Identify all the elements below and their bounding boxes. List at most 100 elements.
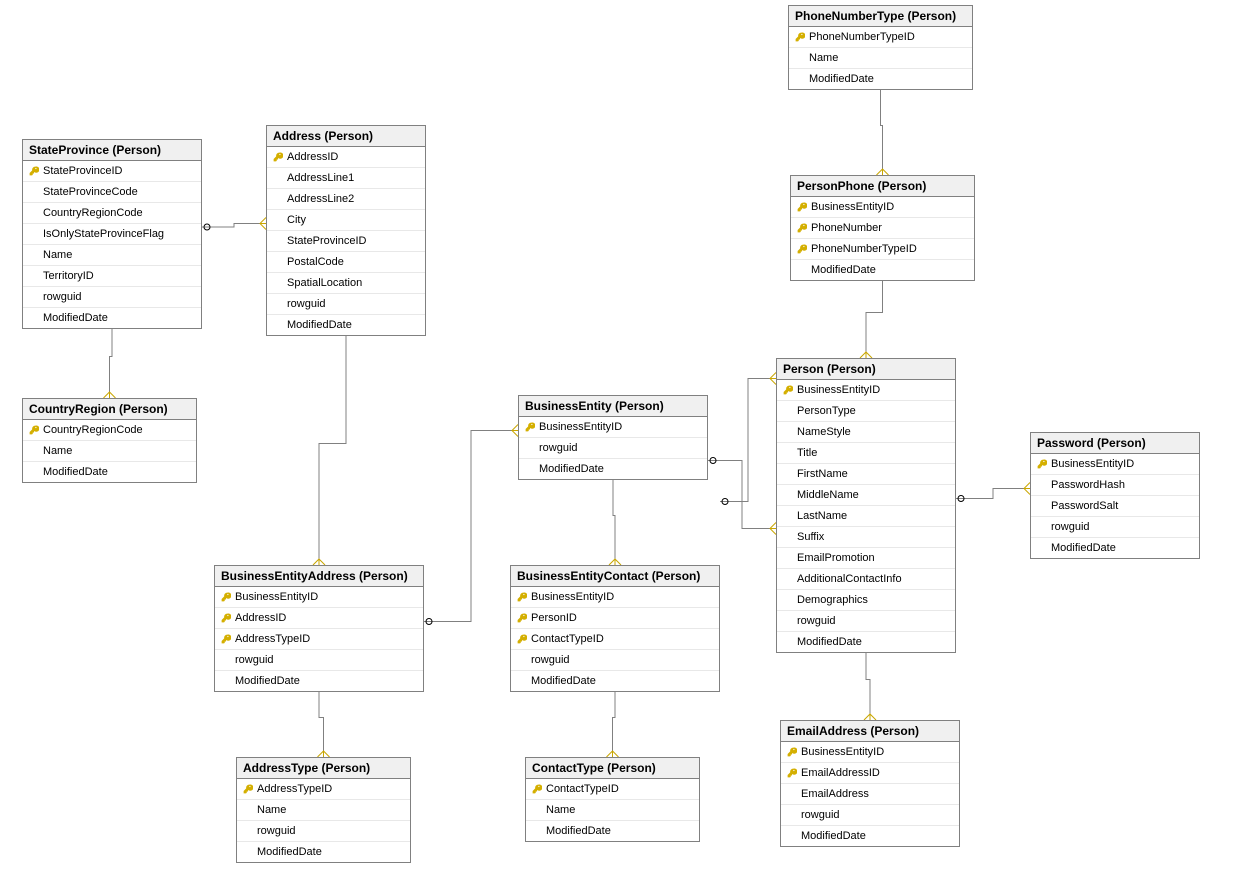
column-row[interactable]: ModifiedDate [519, 459, 707, 479]
column-row[interactable]: AddressLine2 [267, 189, 425, 210]
column-row[interactable]: rowguid [1031, 517, 1199, 538]
column-row[interactable]: PasswordHash [1031, 475, 1199, 496]
entity-phoneNumberType[interactable]: PhoneNumberType (Person)PhoneNumberTypeI… [788, 5, 973, 90]
column-row[interactable]: PersonType [777, 401, 955, 422]
column-row[interactable]: PostalCode [267, 252, 425, 273]
primary-key-icon [219, 592, 233, 602]
column-row[interactable]: BusinessEntityID [781, 742, 959, 763]
column-row[interactable]: Name [237, 800, 410, 821]
column-row[interactable]: rowguid [781, 805, 959, 826]
column-row[interactable]: AdditionalContactInfo [777, 569, 955, 590]
column-name: PostalCode [287, 256, 344, 268]
column-row[interactable]: CountryRegionCode [23, 420, 196, 441]
column-row[interactable]: ModifiedDate [1031, 538, 1199, 558]
column-row[interactable]: Name [23, 441, 196, 462]
column-row[interactable]: CountryRegionCode [23, 203, 201, 224]
entity-businessEntity[interactable]: BusinessEntity (Person)BusinessEntityIDr… [518, 395, 708, 480]
column-row[interactable]: StateProvinceCode [23, 182, 201, 203]
column-row[interactable]: ModifiedDate [237, 842, 410, 862]
entity-countryRegion[interactable]: CountryRegion (Person)CountryRegionCodeN… [22, 398, 197, 483]
entity-address[interactable]: Address (Person)AddressIDAddressLine1Add… [266, 125, 426, 336]
column-row[interactable]: EmailPromotion [777, 548, 955, 569]
column-row[interactable]: PasswordSalt [1031, 496, 1199, 517]
column-name: EmailPromotion [797, 552, 875, 564]
column-name: Name [43, 445, 72, 457]
column-row[interactable]: Demographics [777, 590, 955, 611]
column-row[interactable]: Name [23, 245, 201, 266]
column-name: PasswordSalt [1051, 500, 1118, 512]
column-name: AddressTypeID [235, 633, 310, 645]
column-row[interactable]: rowguid [511, 650, 719, 671]
column-row[interactable]: PersonID [511, 608, 719, 629]
column-name: AddressTypeID [257, 783, 332, 795]
column-name: BusinessEntityID [1051, 458, 1134, 470]
primary-key-icon [795, 244, 809, 254]
column-row[interactable]: MiddleName [777, 485, 955, 506]
column-row[interactable]: AddressLine1 [267, 168, 425, 189]
column-row[interactable]: PhoneNumber [791, 218, 974, 239]
column-row[interactable]: Title [777, 443, 955, 464]
column-row[interactable]: Suffix [777, 527, 955, 548]
column-row[interactable]: AddressTypeID [215, 629, 423, 650]
primary-key-icon [785, 768, 799, 778]
entity-contactType[interactable]: ContactType (Person)ContactTypeIDNameMod… [525, 757, 700, 842]
column-row[interactable]: rowguid [267, 294, 425, 315]
column-name: CountryRegionCode [43, 207, 143, 219]
column-row[interactable]: IsOnlyStateProvinceFlag [23, 224, 201, 245]
entity-password[interactable]: Password (Person)BusinessEntityIDPasswor… [1030, 432, 1200, 559]
column-row[interactable]: rowguid [777, 611, 955, 632]
column-row[interactable]: AddressID [267, 147, 425, 168]
column-row[interactable]: StateProvinceID [267, 231, 425, 252]
column-row[interactable]: ModifiedDate [781, 826, 959, 846]
entity-stateProvince[interactable]: StateProvince (Person)StateProvinceIDSta… [22, 139, 202, 329]
column-row[interactable]: Name [526, 800, 699, 821]
column-row[interactable]: rowguid [23, 287, 201, 308]
column-row[interactable]: ContactTypeID [511, 629, 719, 650]
column-row[interactable]: BusinessEntityID [511, 587, 719, 608]
entity-businessEntityContact[interactable]: BusinessEntityContact (Person)BusinessEn… [510, 565, 720, 692]
column-row[interactable]: ModifiedDate [789, 69, 972, 89]
entity-person[interactable]: Person (Person)BusinessEntityIDPersonTyp… [776, 358, 956, 653]
column-row[interactable]: City [267, 210, 425, 231]
column-row[interactable]: ModifiedDate [267, 315, 425, 335]
column-name: SpatialLocation [287, 277, 362, 289]
column-row[interactable]: AddressTypeID [237, 779, 410, 800]
column-row[interactable]: EmailAddressID [781, 763, 959, 784]
column-row[interactable]: AddressID [215, 608, 423, 629]
column-row[interactable]: ContactTypeID [526, 779, 699, 800]
column-row[interactable]: rowguid [215, 650, 423, 671]
column-row[interactable]: EmailAddress [781, 784, 959, 805]
column-row[interactable]: ModifiedDate [23, 308, 201, 328]
column-row[interactable]: BusinessEntityID [791, 197, 974, 218]
column-row[interactable]: ModifiedDate [791, 260, 974, 280]
column-row[interactable]: LastName [777, 506, 955, 527]
column-row[interactable]: rowguid [237, 821, 410, 842]
entity-emailAddress[interactable]: EmailAddress (Person)BusinessEntityIDEma… [780, 720, 960, 847]
column-row[interactable]: ModifiedDate [511, 671, 719, 691]
column-row[interactable]: SpatialLocation [267, 273, 425, 294]
column-row[interactable]: TerritoryID [23, 266, 201, 287]
column-row[interactable]: PhoneNumberTypeID [789, 27, 972, 48]
column-row[interactable]: ModifiedDate [215, 671, 423, 691]
column-row[interactable]: ModifiedDate [526, 821, 699, 841]
column-row[interactable]: BusinessEntityID [215, 587, 423, 608]
column-name: TerritoryID [43, 270, 94, 282]
column-row[interactable]: Name [789, 48, 972, 69]
entity-addressType[interactable]: AddressType (Person) AddressTypeID Namerow… [236, 757, 411, 863]
entity-businessEntityAddress[interactable]: BusinessEntityAddress (Person)BusinessEn… [214, 565, 424, 692]
column-row[interactable]: ModifiedDate [23, 462, 196, 482]
column-row[interactable]: FirstName [777, 464, 955, 485]
entity-title: AddressType (Person) [237, 758, 410, 779]
column-name: rowguid [235, 654, 274, 666]
entity-columns: ContactTypeIDNameModifiedDate [526, 779, 699, 841]
column-row[interactable]: PhoneNumberTypeID [791, 239, 974, 260]
column-row[interactable]: StateProvinceID [23, 161, 201, 182]
column-name: BusinessEntityID [539, 421, 622, 433]
column-row[interactable]: BusinessEntityID [1031, 454, 1199, 475]
column-row[interactable]: BusinessEntityID [777, 380, 955, 401]
column-row[interactable]: ModifiedDate [777, 632, 955, 652]
entity-personPhone[interactable]: PersonPhone (Person)BusinessEntityIDPhon… [790, 175, 975, 281]
column-row[interactable]: NameStyle [777, 422, 955, 443]
column-row[interactable]: rowguid [519, 438, 707, 459]
column-row[interactable]: BusinessEntityID [519, 417, 707, 438]
